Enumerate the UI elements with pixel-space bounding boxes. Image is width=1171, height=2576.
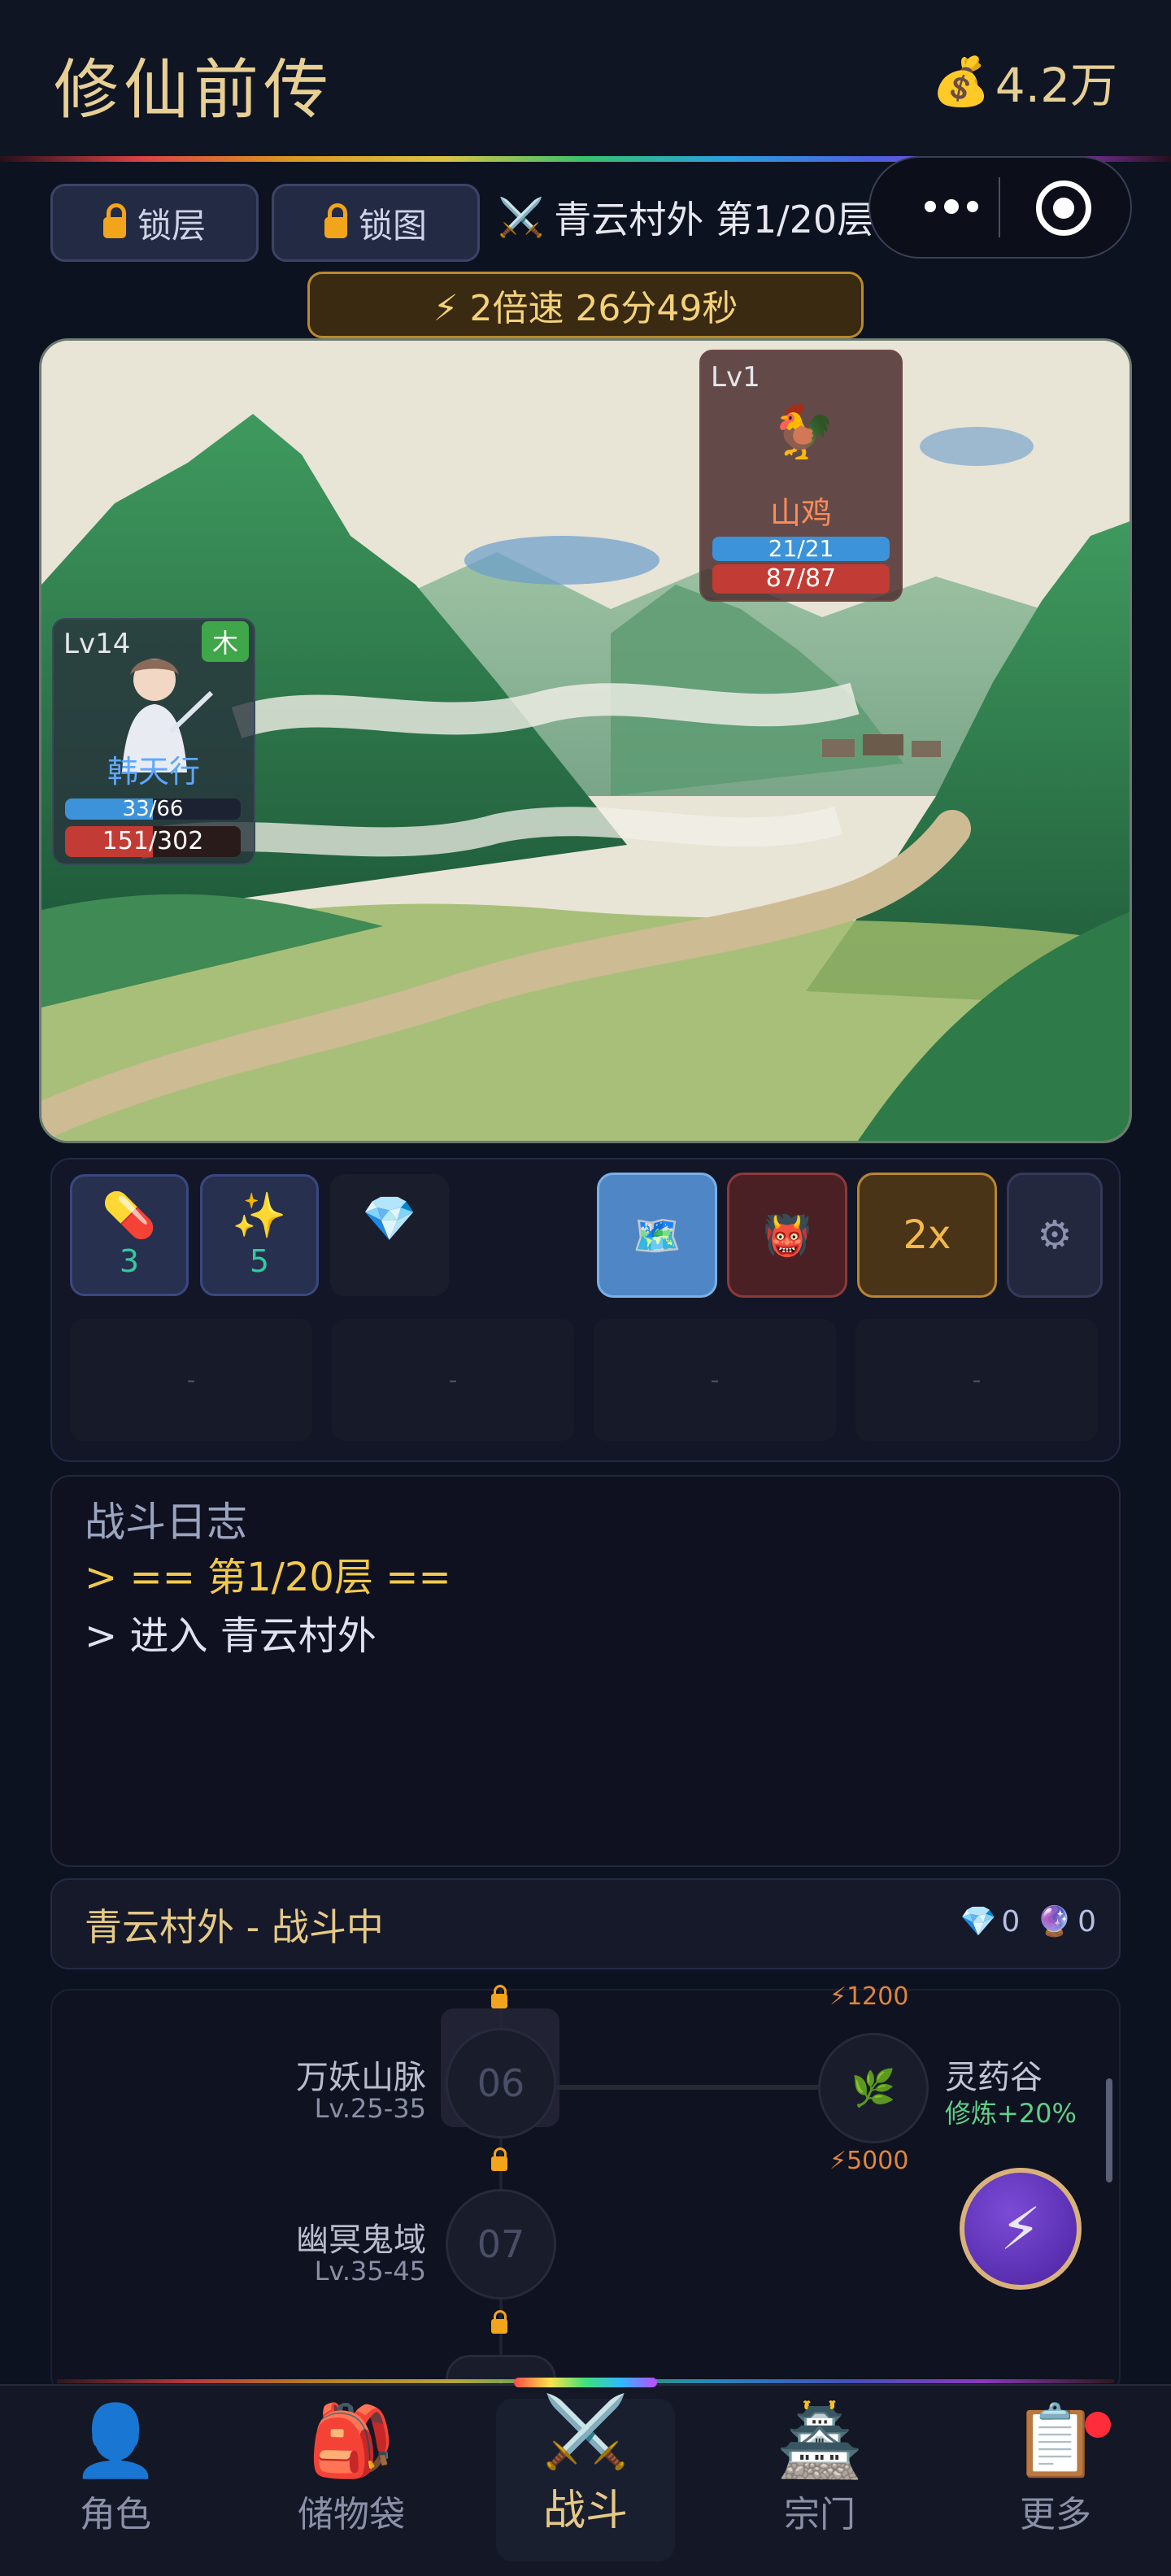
herb-icon: 🌿 — [851, 2068, 896, 2109]
map-button[interactable]: 🗺️ — [597, 1173, 717, 1298]
more-menu-button[interactable] — [903, 181, 1000, 233]
ogre-icon: 👹 — [763, 1212, 812, 1259]
stage-label: ⚔️ 青云村外 第1/20层 — [498, 190, 874, 244]
medicine-valley-name: 灵药谷 — [945, 2059, 1043, 2096]
speed-banner: ⚡ 2倍速 26分49秒 — [307, 272, 864, 338]
lock-map-button[interactable]: 锁图 — [272, 184, 480, 262]
pill-count: 3 — [119, 1243, 140, 1279]
currency-display: 💰 4.2万 — [932, 47, 1117, 115]
lock-map-label: 锁图 — [358, 205, 427, 246]
tab-label: 角色 — [80, 2494, 151, 2535]
backpack-icon: 🎒 — [307, 2400, 395, 2482]
speed-toggle-button[interactable]: 2x — [857, 1173, 997, 1298]
pill-icon: 💊 — [102, 1190, 157, 1241]
resource-counters: 💎 0 🔮 0 — [960, 1904, 1096, 1939]
energy-cost-top: ⚡1200 — [829, 1982, 909, 2011]
boss-button[interactable]: 👹 — [727, 1173, 847, 1298]
player-hp-text: 151/302 — [102, 827, 204, 855]
orb-count: 0 — [1077, 1904, 1096, 1939]
lock-icon — [491, 2310, 507, 2334]
gear-icon: ⚙ — [1037, 1212, 1073, 1258]
settings-button[interactable]: ⚙ — [1007, 1173, 1103, 1298]
map-node-07[interactable]: 07 — [446, 2189, 556, 2300]
clipboard-icon: 📋 — [1012, 2400, 1099, 2482]
enemy-hp-bar: 87/87 — [712, 564, 890, 594]
tab-label: 更多 — [1020, 2494, 1091, 2535]
area-status-text: 青云村外 - 战斗中 — [85, 1905, 384, 1949]
pagoda-icon: 🏯 — [776, 2400, 864, 2482]
pill-slot[interactable]: 💊 3 — [70, 1174, 189, 1296]
app-title: 修仙前传 — [54, 52, 333, 128]
tab-storage-bag[interactable]: 🎒 储物袋 — [262, 2399, 441, 2561]
tab-battle[interactable]: ⚔️ 战斗 — [496, 2393, 675, 2561]
crossed-swords-icon: ⚔️ — [498, 194, 545, 239]
stage-text: 青云村外 第1/20层 — [554, 198, 875, 242]
map-scrollbar[interactable] — [1106, 2078, 1112, 2182]
lock-icon — [324, 203, 347, 238]
crossed-swords-icon: ⚔️ — [542, 2391, 629, 2473]
medicine-valley-node[interactable]: 🌿 — [818, 2033, 929, 2143]
tab-label: 储物袋 — [298, 2494, 405, 2535]
diamond-icon: 💎 — [960, 1905, 997, 1939]
person-icon: 👤 — [72, 2400, 159, 2482]
enemy-name: 山鸡 — [769, 495, 832, 531]
enemy-level: Lv1 — [711, 361, 760, 394]
tab-character[interactable]: 👤 角色 — [26, 2399, 205, 2561]
tab-sect[interactable]: 🏯 宗门 — [730, 2399, 909, 2561]
sparkle-slot[interactable]: ✨ 5 — [200, 1174, 319, 1296]
empty-skill-slot[interactable]: - — [594, 1319, 836, 1441]
empty-skill-slot[interactable]: - — [70, 1319, 312, 1441]
enemy-mp-bar: 21/21 — [712, 537, 890, 561]
map-node-07-level: Lv.35-45 — [314, 2256, 426, 2287]
sparkles-icon: ✨ — [232, 1190, 287, 1241]
rooster-icon: 🐓 — [771, 402, 836, 463]
notification-dot — [1085, 2412, 1111, 2438]
crystal-ball-icon: 🔮 — [1036, 1905, 1073, 1939]
map-node-06-name: 万妖山脉 — [296, 2059, 426, 2096]
tab-label: 宗门 — [784, 2494, 855, 2535]
player-mp-text: 33/66 — [122, 798, 184, 820]
lock-icon — [491, 1985, 507, 2008]
energy-cost-bottom: ⚡5000 — [829, 2147, 909, 2175]
lock-floor-button[interactable]: 锁层 — [50, 184, 259, 262]
map-node-partial — [446, 2355, 556, 2379]
quick-battle-button[interactable]: ⚡ — [960, 2168, 1082, 2290]
tab-label: 战斗 — [542, 2487, 628, 2535]
tab-more[interactable]: 📋 更多 — [966, 2399, 1145, 2561]
world-map-panel[interactable] — [50, 1989, 1121, 2395]
world-map-icon: 🗺️ — [633, 1212, 681, 1259]
medicine-valley-bonus: 修炼+20% — [945, 2098, 1077, 2129]
map-node-06[interactable]: 06 — [446, 2028, 556, 2139]
currency-amount: 4.2万 — [995, 58, 1117, 113]
enemy-mp-text: 21/21 — [768, 537, 834, 561]
capsule-divider — [999, 177, 1000, 237]
close-target-button[interactable] — [1036, 181, 1091, 236]
lock-icon — [491, 2147, 507, 2171]
player-hp-bar: 151/302 — [65, 826, 241, 857]
active-tab-indicator — [514, 2378, 657, 2387]
map-node-07-name: 幽冥鬼域 — [296, 2221, 426, 2259]
player-name: 韩天行 — [107, 754, 200, 790]
log-line: > 进入 青云村外 — [85, 1613, 377, 1659]
map-node-06-level: Lv.25-35 — [314, 2093, 426, 2124]
lock-icon — [102, 203, 126, 238]
battle-log-title: 战斗日志 — [85, 1499, 247, 1546]
lock-floor-label: 锁层 — [137, 205, 206, 246]
money-bag-icon: 💰 — [931, 53, 990, 109]
log-line: > == 第1/20层 == — [85, 1555, 451, 1600]
lightning-icon: ⚡ — [999, 2195, 1042, 2263]
player-mp-bar: 33/66 — [65, 798, 241, 820]
map-branch-line — [553, 2085, 821, 2090]
gem-icon: 💎 — [362, 1193, 417, 1244]
empty-skill-slot[interactable]: - — [855, 1319, 1098, 1441]
empty-skill-slot[interactable]: - — [332, 1319, 574, 1441]
sparkle-count: 5 — [249, 1243, 270, 1279]
gem-slot[interactable]: 💎 — [330, 1174, 449, 1296]
diamond-count: 0 — [1001, 1904, 1021, 1939]
enemy-hp-text: 87/87 — [765, 564, 837, 593]
